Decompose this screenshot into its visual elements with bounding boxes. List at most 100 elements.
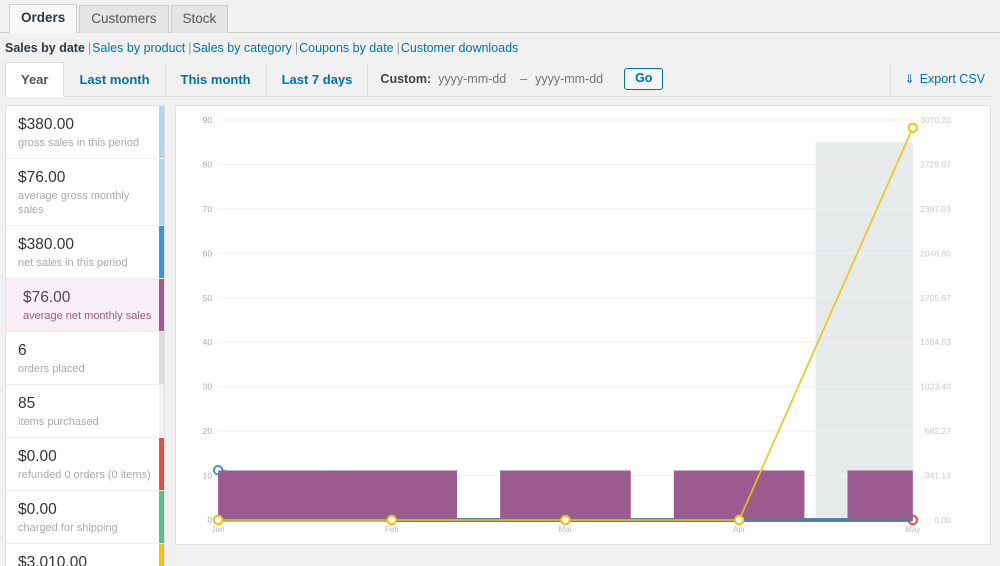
- stat-color-bar: [159, 106, 164, 158]
- stat-description: refunded 0 orders (0 items): [18, 469, 151, 481]
- svg-text:2729.07: 2729.07: [920, 159, 951, 169]
- subnav-item-sales-by-date[interactable]: Sales by date: [5, 41, 85, 55]
- tab-customers[interactable]: Customers: [79, 5, 169, 33]
- sales-chart[interactable]: 0 10 20 30 40 50 60 70 80 90 0.00 341.13 682.27 1023…: [176, 106, 990, 544]
- tab-orders[interactable]: Orders: [9, 4, 78, 33]
- export-csv-label: Export CSV: [919, 72, 985, 86]
- subnav-item-sales-by-product[interactable]: Sales by product: [92, 41, 185, 55]
- stat-amount: $0.00: [18, 501, 57, 518]
- marker: [560, 514, 571, 526]
- stat-amount: $380.00: [18, 116, 75, 133]
- sales-summary-sidebar: $380.00 gross sales in this period $76.0…: [5, 105, 165, 566]
- svg-text:1364.53: 1364.53: [920, 337, 951, 347]
- svg-text:341.13: 341.13: [925, 471, 951, 481]
- stat-average-net-monthly[interactable]: $76.00 average net monthly sales: [6, 279, 164, 332]
- custom-range-from-input[interactable]: [438, 70, 513, 88]
- download-arrow-icon: ⇓: [904, 72, 915, 86]
- stat-description: gross sales in this period: [18, 137, 140, 149]
- svg-text:682.27: 682.27: [925, 426, 951, 436]
- sales-chart-panel[interactable]: 0 10 20 30 40 50 60 70 80 90 0.00 341.13 682.27 1023…: [175, 105, 991, 545]
- svg-text:1023.40: 1023.40: [920, 382, 951, 392]
- export-area: ⇓ Export CSV: [889, 62, 991, 96]
- chart-series-group: [212, 122, 919, 526]
- svg-text:80: 80: [203, 159, 213, 169]
- range-tab-this-month[interactable]: This month: [165, 62, 267, 96]
- marker: [907, 122, 919, 134]
- stat-color-bar: [159, 385, 164, 437]
- date-range-filter-bar: Year Last month This month Last 7 days C…: [5, 62, 991, 97]
- svg-text:40: 40: [203, 337, 213, 347]
- stat-amount: $76.00: [23, 289, 71, 306]
- marker: [212, 514, 224, 526]
- chart-highlight-bands: [218, 142, 913, 520]
- stat-amount: $76.00: [18, 169, 66, 186]
- stat-items-purchased[interactable]: 85 items purchased: [6, 385, 164, 438]
- range-tab-last-7-days[interactable]: Last 7 days: [266, 62, 369, 96]
- stat-color-bar: [159, 491, 164, 543]
- stat-color-bar: [159, 279, 164, 331]
- svg-text:Jan: Jan: [212, 525, 225, 534]
- range-tab-year[interactable]: Year: [5, 62, 65, 97]
- stat-color-bar: [159, 438, 164, 490]
- subnav-item-coupons-by-date[interactable]: Coupons by date: [299, 41, 394, 55]
- svg-text:3070.20: 3070.20: [920, 115, 951, 125]
- stat-amount: $0.00: [18, 448, 57, 465]
- stat-description: items purchased: [18, 416, 99, 428]
- svg-text:20: 20: [203, 426, 213, 436]
- go-button[interactable]: Go: [624, 68, 664, 90]
- svg-text:90: 90: [203, 115, 213, 125]
- tab-stock[interactable]: Stock: [170, 5, 229, 33]
- stat-refunded[interactable]: $0.00 refunded 0 orders (0 items): [6, 438, 164, 491]
- stat-description: charged for shipping: [18, 522, 118, 534]
- chart-gridlines: [218, 119, 913, 521]
- marker: [733, 514, 745, 526]
- stat-color-bar: [159, 332, 164, 384]
- stat-description: average net monthly sales: [23, 310, 152, 322]
- svg-text:70: 70: [203, 204, 213, 214]
- range-tab-last-month[interactable]: Last month: [64, 62, 166, 96]
- svg-text:0.00: 0.00: [934, 515, 951, 525]
- svg-text:60: 60: [203, 248, 213, 258]
- stat-amount: $380.00: [18, 236, 75, 253]
- svg-text:1705.67: 1705.67: [920, 293, 951, 303]
- stat-gross-sales-period[interactable]: $380.00 gross sales in this period: [6, 106, 164, 159]
- report-subnav: Sales by date |Sales by product |Sales by …: [0, 33, 1000, 62]
- bar: [326, 470, 458, 520]
- chart-y-axis-left-labels: 0 10 20 30 40 50 60 70 80 90: [203, 115, 213, 525]
- stat-net-sales-period[interactable]: $380.00 net sales in this period: [6, 226, 164, 279]
- svg-text:2387.93: 2387.93: [920, 204, 951, 214]
- chart-y-axis-right-labels: 0.00 341.13 682.27 1023.40 1364.53 1705.67 204…: [920, 115, 951, 525]
- marker: [386, 514, 397, 526]
- stat-color-bar: [159, 544, 164, 566]
- custom-range-to-input[interactable]: [535, 70, 610, 88]
- stat-amount: 6: [18, 342, 27, 359]
- stat-orders-placed[interactable]: 6 orders placed: [6, 332, 164, 385]
- range-dash-separator: –: [520, 72, 528, 86]
- bar: [500, 470, 631, 520]
- stat-average-gross-monthly[interactable]: $76.00 average gross monthly sales: [6, 159, 164, 226]
- svg-text:May: May: [905, 525, 920, 534]
- subnav-item-customer-downloads[interactable]: Customer downloads: [401, 41, 518, 55]
- stat-description: average gross monthly sales: [18, 190, 130, 216]
- subnav-separator: |: [396, 41, 400, 55]
- svg-text:30: 30: [203, 382, 213, 392]
- svg-text:Feb: Feb: [385, 525, 399, 534]
- svg-text:Apr: Apr: [733, 525, 746, 534]
- export-csv-button[interactable]: ⇓ Export CSV: [905, 72, 985, 86]
- stat-description: net sales in this period: [18, 257, 128, 269]
- bar: [847, 470, 913, 520]
- stat-color-bar: [159, 159, 164, 225]
- subnav-item-sales-by-category[interactable]: Sales by category: [193, 41, 292, 55]
- custom-range-block: Custom: – Go: [368, 62, 669, 96]
- chart-x-axis-labels: Jan Feb Mar Apr May: [212, 525, 921, 534]
- highlight-band-may: [815, 142, 913, 520]
- report-tab-bar: Orders Customers Stock: [0, 0, 1000, 33]
- svg-text:2046.80: 2046.80: [920, 248, 951, 258]
- bar: [673, 470, 805, 520]
- stat-coupons-used[interactable]: $3,010.00 worth of coupons used: [6, 544, 164, 566]
- stat-amount: $3,010.00: [18, 554, 87, 566]
- custom-range-label: Custom:: [380, 72, 432, 86]
- stat-charged-shipping[interactable]: $0.00 charged for shipping: [6, 491, 164, 544]
- series-coupon-amount: [212, 122, 919, 526]
- stat-color-bar: [159, 226, 164, 278]
